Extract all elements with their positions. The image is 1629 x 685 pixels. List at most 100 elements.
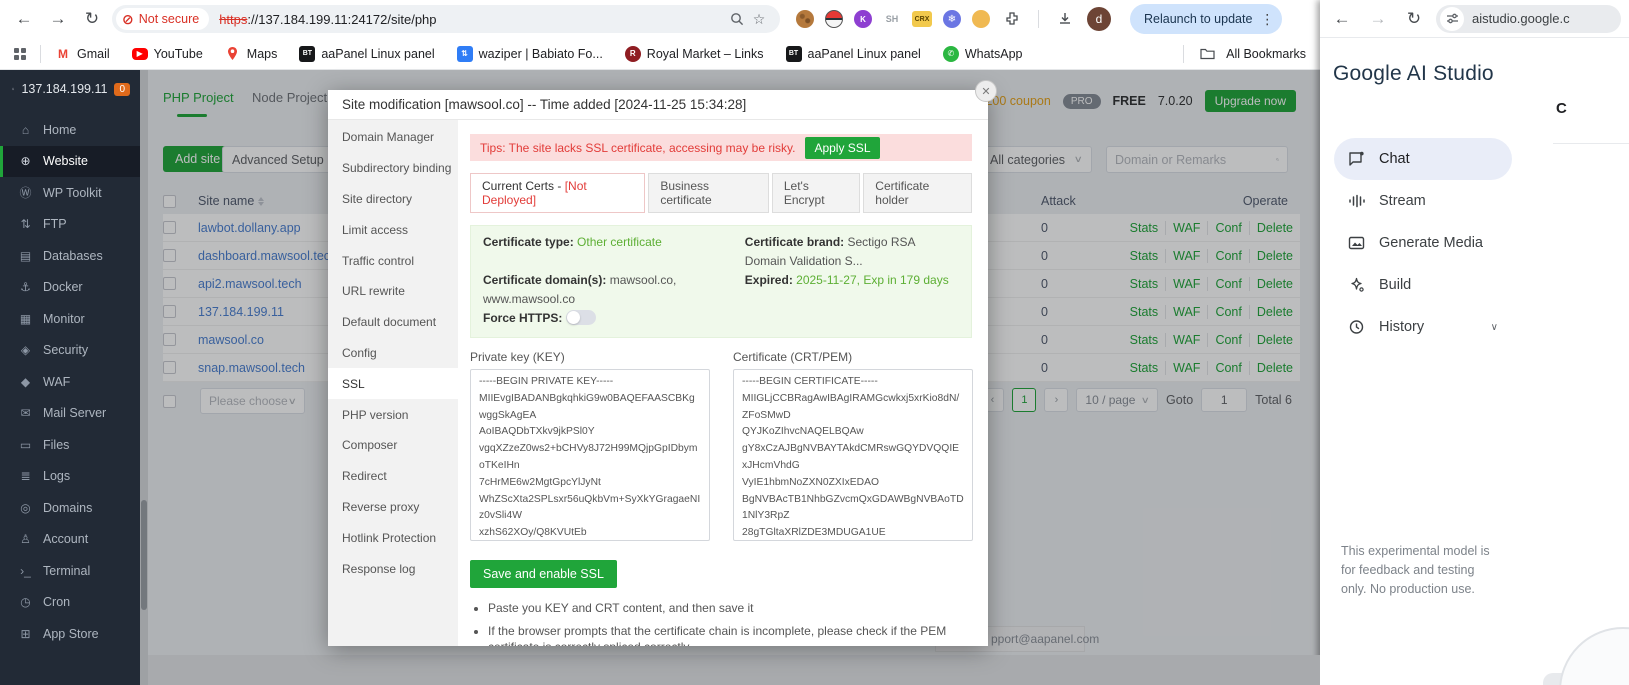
snowflake-extension-icon[interactable]: ❄: [943, 10, 961, 28]
sidebar-item-mail-server[interactable]: ✉ Mail Server: [0, 398, 140, 430]
bookmark-youtube[interactable]: ▶ YouTube: [131, 47, 203, 61]
bookmark-whatsapp[interactable]: ✆ WhatsApp: [942, 45, 1022, 62]
extensions-puzzle-icon[interactable]: [1001, 11, 1023, 27]
sidebar-item-account[interactable]: ♙ Account: [0, 524, 140, 556]
address-bar[interactable]: ⊘ Not secure https://137.184.199.11:2417…: [112, 5, 780, 33]
server-ip: 137.184.199.11: [21, 82, 108, 96]
sidebar-item-files[interactable]: ▭ Files: [0, 429, 140, 461]
k-extension-icon[interactable]: K: [854, 10, 872, 28]
url-text[interactable]: https://137.184.199.11:24172/site/php: [219, 12, 436, 27]
menu-site-directory[interactable]: Site directory: [328, 184, 458, 215]
reload-icon[interactable]: ↻: [78, 5, 106, 33]
sh-extension-icon[interactable]: SH: [883, 10, 901, 28]
tab-business-certificate[interactable]: Business certificate: [648, 173, 769, 213]
sidebar-item-domains[interactable]: ◎ Domains: [0, 492, 140, 524]
menu-php-version[interactable]: PHP version: [328, 399, 458, 430]
menu-response-log[interactable]: Response log: [328, 553, 458, 584]
sidebar-item-wp-toolkit[interactable]: Ⓦ WP Toolkit: [0, 177, 140, 209]
terminal-icon: ›_: [20, 563, 31, 578]
nav-chat[interactable]: Chat: [1334, 138, 1512, 180]
relaunch-button[interactable]: Relaunch to update ⋮: [1130, 4, 1283, 34]
menu-default-document[interactable]: Default document: [328, 307, 458, 338]
download-icon[interactable]: [1054, 11, 1076, 27]
bookmark-maps[interactable]: Maps: [225, 46, 277, 62]
save-enable-ssl-button[interactable]: Save and enable SSL: [470, 560, 617, 588]
address-bar[interactable]: aistudio.google.c: [1436, 4, 1621, 33]
sidebar-item-app-store[interactable]: ⊞ App Store: [0, 618, 140, 650]
tab-current-certs[interactable]: Current Certs - [Not Deployed]: [470, 173, 646, 213]
private-key-textarea[interactable]: -----BEGIN PRIVATE KEY----- MIIEvgIBADAN…: [470, 369, 710, 541]
tab-certificate-holder[interactable]: Certificate holder: [863, 173, 972, 213]
bookmark-waziper[interactable]: ⇅ waziper | Babiato Fo...: [456, 45, 603, 62]
menu-dots-icon[interactable]: ⋮: [1260, 11, 1274, 28]
menu-composer[interactable]: Composer: [328, 430, 458, 461]
sidebar-item-cron[interactable]: ◷ Cron: [0, 587, 140, 619]
bookmark-star-icon[interactable]: ☆: [748, 11, 770, 28]
menu-config[interactable]: Config: [328, 338, 458, 369]
zoom-search-icon[interactable]: [726, 12, 748, 26]
folder-icon: ▭: [19, 437, 32, 452]
nav-label: Generate Media: [1379, 235, 1483, 251]
nav-label: Chat: [1379, 151, 1410, 167]
sidebar-item-label: Monitor: [43, 311, 85, 326]
pokeball-extension-icon[interactable]: [825, 10, 843, 28]
menu-limit-access[interactable]: Limit access: [328, 214, 458, 245]
apps-grid-icon[interactable]: [14, 47, 26, 60]
profile-avatar[interactable]: d: [1087, 7, 1111, 31]
bookmark-aapanel-2[interactable]: BT aaPanel Linux panel: [785, 45, 921, 62]
all-bookmarks-label[interactable]: All Bookmarks: [1226, 47, 1306, 61]
nav-history[interactable]: History ∨: [1334, 306, 1512, 348]
toolbar-divider: [1038, 10, 1039, 28]
forward-icon[interactable]: →: [44, 5, 72, 33]
aistudio-logo[interactable]: Google AI Studio: [1333, 62, 1494, 86]
force-https-toggle[interactable]: [566, 310, 597, 325]
forward-icon[interactable]: →: [1364, 5, 1392, 33]
sidebar-item-terminal[interactable]: ›_ Terminal: [0, 555, 140, 587]
sidebar-item-home[interactable]: ⌂ Home: [0, 114, 140, 146]
nav-build[interactable]: Build: [1334, 264, 1512, 306]
notification-badge[interactable]: 0: [114, 82, 130, 96]
menu-reverse-proxy[interactable]: Reverse proxy: [328, 492, 458, 523]
menu-url-rewrite[interactable]: URL rewrite: [328, 276, 458, 307]
back-icon[interactable]: ←: [1328, 5, 1356, 33]
sidebar-item-website[interactable]: ⊕ Website: [0, 145, 140, 177]
monitor-chart-icon: ▦: [19, 311, 32, 326]
menu-subdirectory-binding[interactable]: Subdirectory binding: [328, 153, 458, 184]
sidebar-item-label: Account: [43, 532, 89, 547]
crx-extension-icon[interactable]: CRX: [912, 11, 932, 27]
docker-icon: ⚓: [20, 280, 31, 295]
menu-ssl[interactable]: SSL: [328, 368, 458, 400]
cloud-extension-icon[interactable]: [972, 10, 990, 28]
apply-ssl-button[interactable]: Apply SSL: [805, 136, 880, 159]
chat-bubble-icon: [1349, 151, 1364, 166]
sidebar-item-label: Terminal: [43, 563, 91, 578]
server-header[interactable]: 137.184.199.11 0: [0, 70, 140, 106]
not-secure-chip[interactable]: ⊘ Not secure: [116, 8, 210, 30]
certificate-pem-textarea[interactable]: -----BEGIN CERTIFICATE----- MIIGLjCCBRag…: [733, 369, 973, 541]
sidebar-item-waf[interactable]: ◆ WAF: [0, 366, 140, 398]
menu-traffic-control[interactable]: Traffic control: [328, 245, 458, 276]
sidebar-item-ftp[interactable]: ⇅ FTP: [0, 209, 140, 241]
nav-stream[interactable]: Stream: [1334, 180, 1512, 222]
bookmark-royal-market[interactable]: R Royal Market – Links: [624, 45, 764, 62]
sidebar-item-databases[interactable]: ▤ Databases: [0, 240, 140, 272]
sidebar-item-docker[interactable]: ⚓ Docker: [0, 272, 140, 304]
reload-icon[interactable]: ↻: [1400, 5, 1428, 33]
browser-toolbar: ← → ↻ aistudio.google.c: [1320, 0, 1629, 38]
sidebar-item-monitor[interactable]: ▦ Monitor: [0, 303, 140, 335]
dialog-title: Site modification [mawsool.co] -- Time a…: [328, 90, 988, 120]
sidebar-item-logs[interactable]: ≣ Logs: [0, 461, 140, 493]
close-icon[interactable]: ✕: [975, 80, 997, 102]
cert-domains-label: Certificate domain(s):: [483, 273, 607, 287]
site-settings-icon[interactable]: [1440, 6, 1464, 31]
bookmark-gmail[interactable]: M Gmail: [55, 46, 110, 62]
sidebar-item-security[interactable]: ◈ Security: [0, 335, 140, 367]
menu-domain-manager[interactable]: Domain Manager: [328, 122, 458, 153]
back-icon[interactable]: ←: [10, 5, 38, 33]
menu-redirect[interactable]: Redirect: [328, 461, 458, 492]
bookmark-aapanel-1[interactable]: BT aaPanel Linux panel: [299, 45, 435, 62]
menu-hotlink-protection[interactable]: Hotlink Protection: [328, 522, 458, 553]
cookie-extension-icon[interactable]: [796, 10, 814, 28]
nav-generate-media[interactable]: Generate Media: [1334, 222, 1512, 264]
tab-lets-encrypt[interactable]: Let's Encrypt: [771, 173, 861, 213]
